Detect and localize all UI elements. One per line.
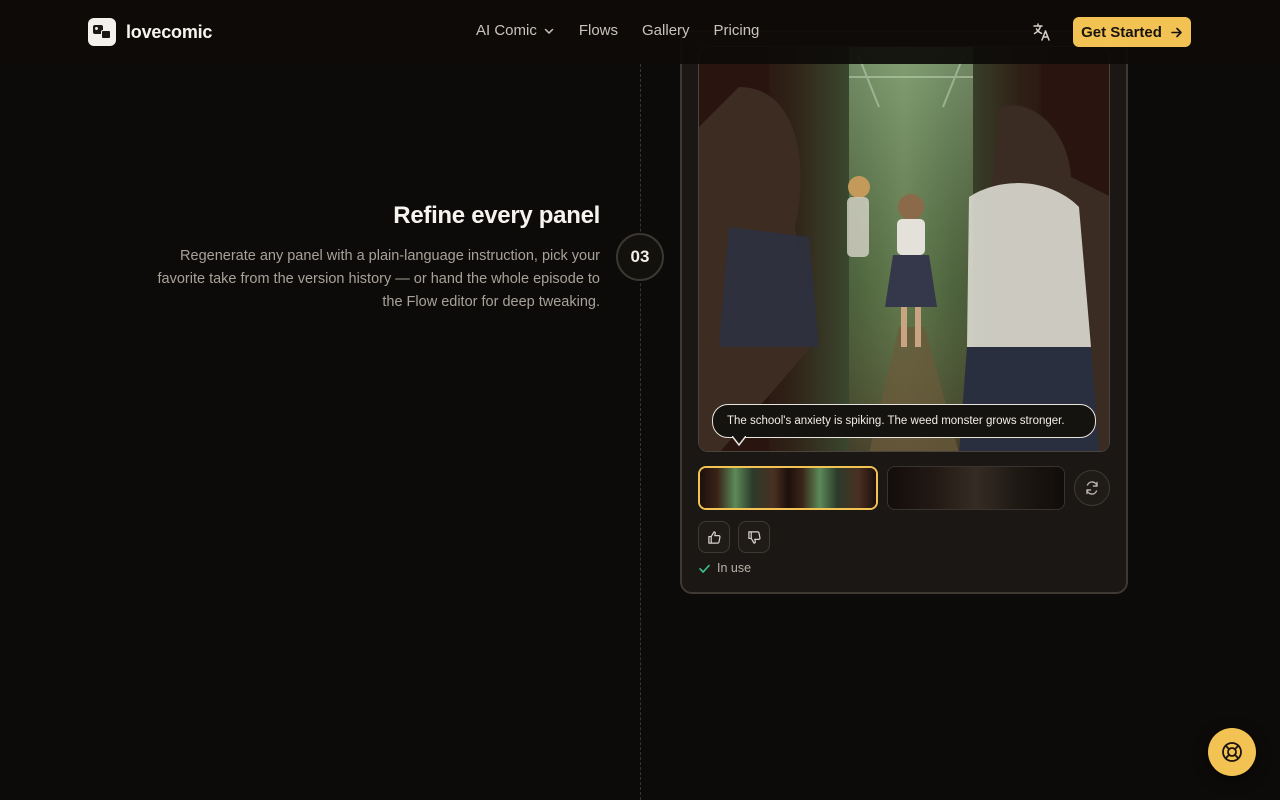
main-nav: AI Comic Flows Gallery Pricing [476, 22, 759, 39]
timeline-line [640, 64, 641, 800]
step-title: Refine every panel [393, 202, 600, 229]
nav-item-flows[interactable]: Flows [579, 22, 618, 39]
thumbnail-image [700, 468, 876, 508]
bubble-tail [732, 436, 746, 446]
thumbs-up-icon [707, 530, 721, 544]
step-description: Regenerate any panel with a plain-langua… [157, 248, 600, 310]
thumbs-down-button[interactable] [738, 521, 770, 553]
status-label: In use [717, 561, 752, 575]
check-icon [699, 564, 710, 573]
panel-illustration [699, 47, 1109, 451]
thumbnail-image [888, 467, 1064, 509]
logo-mark-icon [88, 18, 116, 46]
nav-item-ai-comic[interactable]: AI Comic [476, 22, 555, 39]
thumbs-down-icon [747, 530, 761, 544]
arrow-right-icon [1171, 27, 1182, 37]
site-header: lovecomic AI Comic Flows Gallery Pricing… [0, 0, 1280, 64]
nav-label: AI Comic [476, 22, 537, 39]
nav-item-gallery[interactable]: Gallery [642, 22, 690, 39]
refresh-icon [1086, 481, 1098, 495]
speech-bubble-caption[interactable]: The school's anxiety is spiking. The wee… [712, 404, 1096, 438]
brand-logo[interactable]: lovecomic [88, 18, 212, 46]
regenerate-button[interactable] [1074, 470, 1110, 506]
panel-editor-card: The school's anxiety is spiking. The wee… [680, 30, 1128, 594]
help-button[interactable] [1208, 728, 1256, 776]
version-status: In use [698, 561, 751, 575]
nav-label: Pricing [713, 22, 760, 39]
nav-label: Flows [578, 22, 619, 39]
translate-icon[interactable] [1031, 21, 1053, 43]
step-number-badge: 03 [616, 233, 664, 281]
nav-item-pricing[interactable]: Pricing [714, 22, 760, 39]
get-started-label: Get Started [1081, 23, 1162, 41]
thumbs-up-button[interactable] [698, 521, 730, 553]
nav-label: Gallery [642, 22, 690, 39]
brand-name: lovecomic [126, 21, 213, 42]
version-thumbnail[interactable] [887, 466, 1065, 510]
lifebuoy-icon [1222, 742, 1242, 762]
get-started-button[interactable]: Get Started [1073, 17, 1191, 47]
comic-panel-image[interactable] [698, 46, 1110, 452]
version-thumbnail-selected[interactable] [698, 466, 878, 510]
chevron-down-icon [544, 28, 554, 34]
